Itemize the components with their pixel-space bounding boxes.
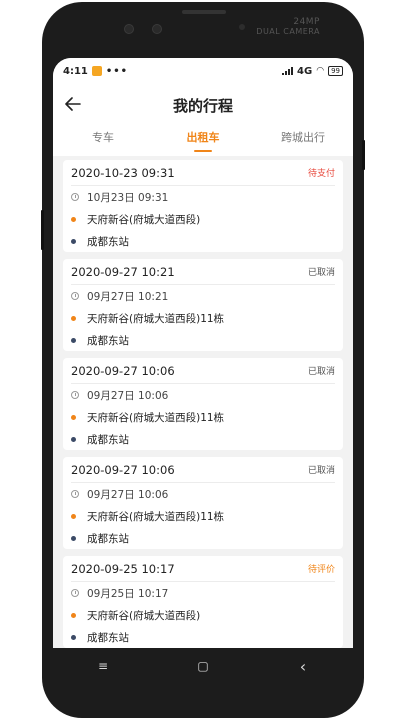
pickup-time: 09月27日 10:06: [87, 389, 169, 402]
clock-icon: [71, 391, 79, 399]
clock-icon: [71, 589, 79, 597]
back-arrow-icon[interactable]: [63, 94, 83, 114]
destination-address: 成都东站: [87, 433, 129, 446]
front-camera-secondary: [152, 24, 162, 34]
tab-zhuanche[interactable]: 专车: [53, 126, 153, 156]
volume-button: [41, 210, 44, 250]
status-bar: 4:11 ••• 4G ◠ 99: [53, 58, 353, 84]
origin-address: 天府新谷(府城大道西段)11栋: [87, 411, 225, 424]
end-point-icon: [71, 238, 76, 244]
power-button: [362, 140, 365, 170]
trip-card[interactable]: 2020-09-27 10:06 已取消 09月27日 10:06 天府新谷(府…: [63, 358, 343, 450]
origin-address: 天府新谷(府城大道西段)11栋: [87, 312, 225, 325]
destination-address: 成都东站: [87, 334, 129, 347]
camera-brand-label: 24MP DUAL CAMERA: [256, 17, 320, 37]
end-point-icon: [71, 337, 76, 343]
notification-icon: [91, 66, 102, 76]
trip-card[interactable]: 2020-09-25 10:17 待评价 09月25日 10:17 天府新谷(府…: [63, 556, 343, 648]
trip-datetime: 2020-09-27 10:06: [71, 462, 175, 477]
pickup-time: 09月25日 10:17: [87, 587, 169, 600]
menu-icon[interactable]: ≡: [88, 651, 118, 681]
trip-card[interactable]: 2020-09-27 10:06 已取消 09月27日 10:06 天府新谷(府…: [63, 457, 343, 549]
origin-address: 天府新谷(府城大道西段): [87, 609, 201, 622]
clock-icon: [71, 193, 79, 201]
earpiece-speaker: [182, 10, 226, 14]
page-title: 我的行程: [172, 96, 233, 115]
trip-status: 待评价: [307, 565, 335, 575]
destination-address: 成都东站: [87, 235, 129, 248]
destination-address: 成都东站: [87, 532, 129, 545]
origin-address: 天府新谷(府城大道西段)11栋: [87, 510, 225, 523]
trip-card[interactable]: 2020-10-23 09:31 待支付 10月23日 09:31 天府新谷(府…: [63, 160, 343, 252]
pickup-time: 09月27日 10:21: [87, 290, 169, 303]
start-point-icon: [71, 612, 76, 618]
page-header: 我的行程: [53, 84, 353, 126]
clock-icon: [71, 490, 79, 498]
end-point-icon: [71, 535, 76, 541]
trip-list: 2020-10-23 09:31 待支付 10月23日 09:31 天府新谷(府…: [53, 156, 353, 648]
camera-megapixel-label: 24MP: [293, 17, 320, 27]
status-time: 4:11: [63, 65, 88, 77]
start-point-icon: [71, 414, 76, 420]
end-point-icon: [71, 436, 76, 442]
trip-status: 待支付: [307, 169, 335, 179]
trip-datetime: 2020-09-27 10:06: [71, 363, 175, 378]
origin-address: 天府新谷(府城大道西段): [87, 213, 201, 226]
network-type: 4G: [297, 65, 313, 77]
start-point-icon: [71, 315, 76, 321]
clock-icon: [71, 292, 79, 300]
front-camera: [124, 24, 134, 34]
camera-dual-label: DUAL CAMERA: [256, 27, 320, 36]
trip-datetime: 2020-09-25 10:17: [71, 561, 175, 576]
end-point-icon: [71, 634, 76, 640]
back-icon[interactable]: ‹: [288, 651, 318, 681]
system-navbar: ≡ ▢ ‹: [53, 648, 353, 684]
home-icon[interactable]: ▢: [188, 651, 218, 681]
more-notifications-icon: •••: [105, 65, 129, 77]
trip-status: 已取消: [307, 268, 335, 278]
trip-status: 已取消: [307, 367, 335, 377]
trip-card[interactable]: 2020-09-27 10:21 已取消 09月27日 10:21 天府新谷(府…: [63, 259, 343, 351]
trip-type-tabs: 专车 出租车 跨城出行: [53, 126, 353, 156]
trip-status: 已取消: [307, 466, 335, 476]
destination-address: 成都东站: [87, 631, 129, 644]
proximity-sensor: [239, 24, 245, 30]
pickup-time: 09月27日 10:06: [87, 488, 169, 501]
pickup-time: 10月23日 09:31: [87, 191, 169, 204]
trip-datetime: 2020-09-27 10:21: [71, 264, 175, 279]
start-point-icon: [71, 513, 76, 519]
tab-intercity[interactable]: 跨城出行: [253, 126, 353, 156]
signal-icon: [282, 67, 294, 75]
tab-taxi[interactable]: 出租车: [153, 126, 253, 156]
start-point-icon: [71, 216, 76, 222]
app-screen: 4:11 ••• 4G ◠ 99 我的行程 专车 出租车 跨城出行 2020-1…: [53, 58, 353, 648]
wifi-icon: ◠: [316, 66, 325, 76]
battery-icon: 99: [328, 66, 343, 76]
trip-datetime: 2020-10-23 09:31: [71, 165, 175, 180]
